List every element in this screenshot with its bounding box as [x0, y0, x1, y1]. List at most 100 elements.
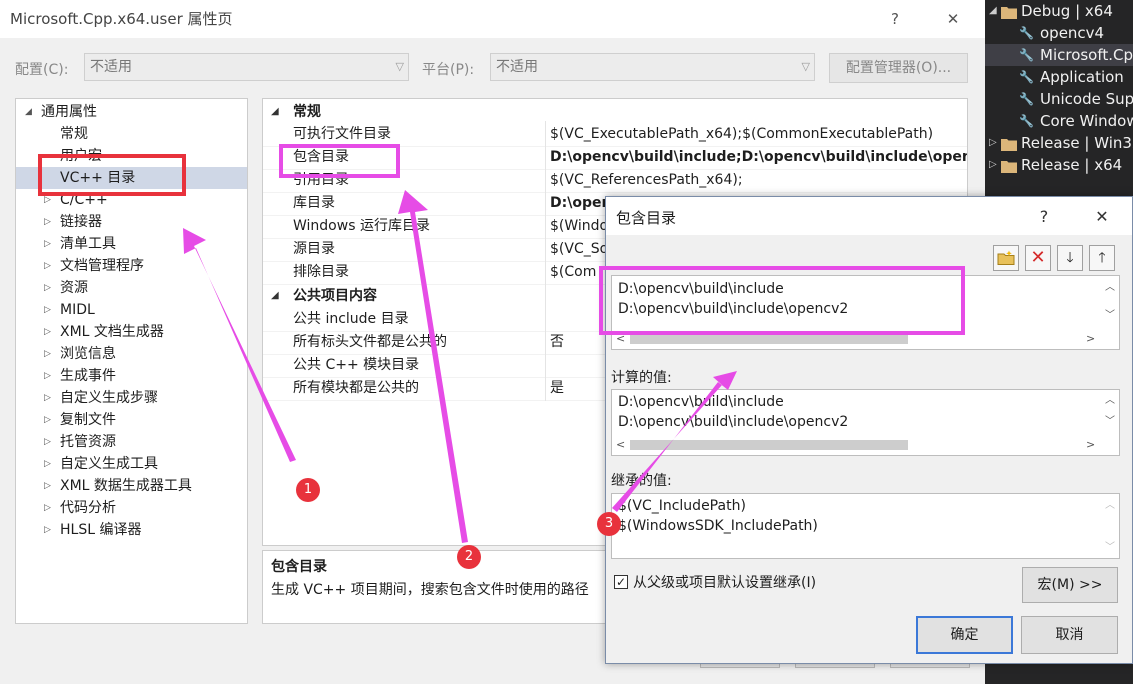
collapse-triangle-icon[interactable]: ◢ — [271, 101, 279, 123]
arrow-down-icon: 🡓 — [1066, 250, 1074, 266]
pane-item[interactable]: ▷ Release | Win32 — [985, 132, 1133, 154]
tree-item[interactable]: ▷ C/C++ — [16, 189, 247, 211]
expand-triangle-icon[interactable]: ▷ — [44, 497, 51, 519]
expand-triangle-icon[interactable]: ▷ — [44, 277, 51, 299]
expand-triangle-icon[interactable]: ▷ — [44, 409, 51, 431]
property-tree[interactable]: ◢ 通用属性 常规 用户宏 VC++ 目录 ▷ C/C++ ▷ 链接器 ▷ 清单工具 ▷ 文档管理程… — [15, 98, 248, 624]
include-dirs-editor[interactable]: D:\opencv\build\include D:\opencv\build\… — [611, 275, 1120, 350]
scroll-up-icon[interactable]: ︿ — [1101, 278, 1119, 293]
inherit-checkbox[interactable]: ✓ — [614, 575, 628, 589]
property-value[interactable]: 否 — [550, 331, 564, 354]
scroll-left-icon[interactable]: < — [616, 330, 625, 348]
expand-triangle-icon[interactable]: ▷ — [44, 365, 51, 387]
ok-button[interactable]: 确定 — [916, 616, 1013, 654]
new-line-button[interactable] — [993, 245, 1019, 271]
tree-item[interactable]: ▷ 托管资源 — [16, 431, 247, 453]
expand-triangle-icon[interactable]: ▷ — [44, 299, 51, 321]
pane-item[interactable]: ◢ Debug | x64 — [985, 0, 1133, 22]
property-value[interactable]: $(VC_ReferencesPath_x64); — [550, 169, 743, 192]
scroll-down-icon[interactable]: ﹀ — [1101, 306, 1119, 321]
delete-line-button[interactable]: ✕ — [1025, 245, 1051, 271]
property-value[interactable]: $(Com — [550, 261, 596, 284]
tree-item[interactable]: ▷ 链接器 — [16, 211, 247, 233]
scroll-thumb[interactable] — [630, 334, 908, 344]
tree-root[interactable]: ◢ 通用属性 — [16, 101, 247, 123]
property-row[interactable]: 可执行文件目录 $(VC_ExecutablePath_x64);$(Common… — [263, 123, 967, 147]
pane-item[interactable]: 🔧 opencv4 — [985, 22, 1133, 44]
tree-item[interactable]: ▷ 文档管理程序 — [16, 255, 247, 277]
vertical-scrollbar[interactable]: ︿ ﹀ — [1101, 276, 1119, 330]
tree-item[interactable]: 常规 — [16, 123, 247, 145]
close-button[interactable]: ✕ — [938, 6, 968, 32]
collapse-triangle-icon[interactable]: ◢ — [25, 101, 32, 123]
move-up-button[interactable]: 🡑 — [1089, 245, 1115, 271]
vertical-scrollbar[interactable]: ︿ ﹀ — [1101, 390, 1119, 436]
tree-item[interactable]: ▷ XML 文档生成器 — [16, 321, 247, 343]
tree-item[interactable]: ▷ 生成事件 — [16, 365, 247, 387]
config-manager-button[interactable]: 配置管理器(O)... — [829, 53, 968, 83]
scroll-thumb[interactable] — [630, 440, 908, 450]
tree-item[interactable]: ▷ 代码分析 — [16, 497, 247, 519]
tree-item[interactable]: ▷ 资源 — [16, 277, 247, 299]
expand-triangle-icon[interactable]: ▷ — [44, 387, 51, 409]
property-value[interactable]: $(VC_So — [550, 238, 608, 261]
scroll-left-icon[interactable]: < — [616, 436, 625, 454]
pane-item[interactable]: 🔧 Core Window — [985, 110, 1133, 132]
property-row[interactable]: 包含目录 D:\opencv\build\include;D:\opencv\bu… — [263, 146, 967, 170]
move-down-button[interactable]: 🡓 — [1057, 245, 1083, 271]
expand-triangle-icon[interactable]: ▷ — [44, 211, 51, 233]
tree-item[interactable]: 用户宏 — [16, 145, 247, 167]
scroll-down-icon[interactable]: ﹀ — [1101, 538, 1119, 553]
scroll-up-icon[interactable]: ︿ — [1101, 496, 1119, 511]
expand-triangle-icon[interactable]: ▷ — [989, 154, 997, 176]
macros-button[interactable]: 宏(M) >> — [1022, 567, 1118, 603]
collapse-triangle-icon[interactable]: ◢ — [271, 285, 279, 307]
expand-triangle-icon[interactable]: ▷ — [989, 132, 997, 154]
property-value[interactable]: D:\opencv\build\include;D:\opencv\build\… — [550, 146, 967, 169]
tree-item[interactable]: ▷ MIDL — [16, 299, 247, 321]
expand-triangle-icon[interactable]: ▷ — [44, 343, 51, 365]
tree-item[interactable]: ▷ XML 数据生成器工具 — [16, 475, 247, 497]
tree-item[interactable]: ▷ 复制文件 — [16, 409, 247, 431]
pane-item[interactable]: 🔧 Unicode Sup — [985, 88, 1133, 110]
property-name: Windows 运行库目录 — [293, 218, 430, 234]
inherit-checkbox-label[interactable]: 从父级或项目默认设置继承(I) — [633, 572, 816, 592]
expand-triangle-icon[interactable]: ▷ — [44, 519, 51, 541]
expand-triangle-icon[interactable]: ▷ — [44, 475, 51, 497]
vertical-scrollbar[interactable]: ︿ ﹀ — [1101, 494, 1119, 558]
expand-triangle-icon[interactable]: ▷ — [44, 431, 51, 453]
tree-item[interactable]: ▷ 浏览信息 — [16, 343, 247, 365]
pane-item[interactable]: 🔧 Application — [985, 66, 1133, 88]
tree-item[interactable]: ▷ 清单工具 — [16, 233, 247, 255]
config-select[interactable]: 不适用 ▽ — [84, 53, 409, 81]
expand-triangle-icon[interactable]: ▷ — [44, 321, 51, 343]
dialog-help-button[interactable]: ? — [1030, 205, 1058, 229]
expand-triangle-icon[interactable]: ▷ — [44, 189, 51, 211]
property-value[interactable]: $(VC_ExecutablePath_x64);$(CommonExecuta… — [550, 123, 933, 146]
help-button[interactable]: ? — [880, 6, 910, 32]
tree-item[interactable]: ▷ 自定义生成步骤 — [16, 387, 247, 409]
cancel-button[interactable]: 取消 — [1021, 616, 1118, 654]
dialog-close-button[interactable]: ✕ — [1088, 205, 1116, 229]
scroll-right-icon[interactable]: > — [1086, 436, 1095, 454]
property-row[interactable]: 引用目录 $(VC_ReferencesPath_x64); — [263, 169, 967, 193]
scroll-up-icon[interactable]: ︿ — [1101, 391, 1119, 406]
scroll-down-icon[interactable]: ﹀ — [1101, 412, 1119, 427]
tree-item[interactable]: ▷ 自定义生成工具 — [16, 453, 247, 475]
property-value[interactable]: 是 — [550, 377, 564, 400]
grid-column-divider[interactable] — [545, 121, 546, 401]
collapse-triangle-icon[interactable]: ◢ — [989, 0, 997, 22]
horizontal-scrollbar[interactable]: < > — [612, 330, 1103, 348]
tree-item[interactable]: ▷ HLSL 编译器 — [16, 519, 247, 541]
platform-select[interactable]: 不适用 ▽ — [490, 53, 815, 81]
horizontal-scrollbar[interactable]: < > — [612, 436, 1103, 454]
pane-item[interactable]: 🔧 Microsoft.Cpp — [985, 44, 1133, 66]
section-general[interactable]: ◢ 常规 — [263, 101, 967, 123]
expand-triangle-icon[interactable]: ▷ — [44, 255, 51, 277]
property-value[interactable]: $(Windo — [550, 215, 608, 238]
pane-item[interactable]: ▷ Release | x64 — [985, 154, 1133, 176]
expand-triangle-icon[interactable]: ▷ — [44, 233, 51, 255]
tree-item[interactable]: VC++ 目录 — [16, 167, 247, 189]
expand-triangle-icon[interactable]: ▷ — [44, 453, 51, 475]
scroll-right-icon[interactable]: > — [1086, 330, 1095, 348]
